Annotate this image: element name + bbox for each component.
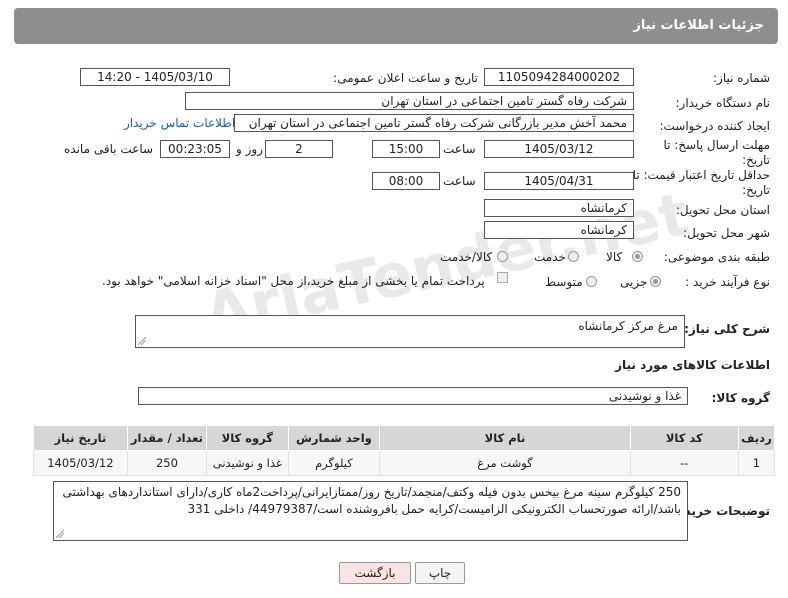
resize-handle-icon: [138, 337, 146, 345]
process-partial-label: جزیی: [620, 275, 648, 289]
table-row: 1405/03/12 250 غذا و نوشیدنی کیلوگرم گوش…: [33, 450, 776, 476]
need-number-label: شماره نیاز:: [713, 71, 770, 85]
days-label: روز و: [236, 142, 263, 156]
col-need-date: تاریخ نیاز: [33, 425, 128, 451]
category-goods-label: کالا: [606, 250, 623, 264]
deadline-time-field: 15:00: [372, 140, 440, 158]
remaining-time-field: 00:23:05: [160, 140, 230, 158]
category-both-radio[interactable]: [497, 251, 508, 262]
process-medium-radio[interactable]: [586, 276, 597, 287]
col-code: کد کالا: [629, 425, 739, 451]
buyer-contact-link[interactable]: اطلاعات تماس خریدار: [124, 116, 235, 130]
buyer-notes-text: 250 کیلوگرم سینه مرغ بیخس بدون فیله وکتف…: [62, 485, 681, 516]
buyer-field: شرکت رفاه گستر تامین اجتماعی در استان ته…: [185, 92, 634, 110]
col-group: گروه کالا: [206, 425, 289, 451]
deadline-time-label: ساعت: [443, 142, 476, 156]
col-unit: واحد شمارش: [287, 425, 381, 451]
cell-unit: کیلوگرم: [287, 450, 381, 476]
validity-label: حداقل تاریخ اعتبار قیمت: تا تاریخ:: [632, 168, 770, 197]
page-title: جزئیات اطلاعات نیاز: [633, 18, 764, 33]
goods-group-label: گروه کالا:: [711, 391, 770, 405]
goods-table-header: تاریخ نیاز تعداد / مقدار گروه کالا واحد …: [33, 425, 776, 451]
deadline-label: مهلت ارسال پاسخ: تا تاریخ:: [663, 138, 770, 167]
city-field: کرمانشاه: [484, 221, 634, 239]
announce-label: تاریخ و ساعت اعلان عمومی:: [333, 71, 478, 85]
days-field: 2: [265, 140, 333, 158]
category-goods-radio[interactable]: [632, 251, 643, 262]
deadline-date-field: 1405/03/12: [484, 140, 634, 158]
need-number-field: 1105094284000202: [484, 68, 634, 86]
category-service-label: خدمت: [534, 250, 566, 264]
page-header: جزئیات اطلاعات نیاز: [14, 8, 778, 44]
process-label: نوع فرآیند خرید :: [685, 275, 770, 289]
province-label: استان محل تحویل:: [675, 203, 770, 217]
treasury-payment-checkbox[interactable]: [497, 272, 508, 283]
cell-name: گوشت مرغ: [379, 450, 631, 476]
print-button[interactable]: چاپ: [415, 562, 465, 584]
col-qty: تعداد / مقدار: [126, 425, 208, 451]
goods-group-field: غذا و نوشیدنی: [138, 387, 688, 405]
creator-field: محمد آخش مدیر بازرگانی شرکت رفاه گستر تا…: [234, 114, 634, 132]
payment-note: پرداخت تمام یا بخشی از مبلغ خرید،از محل …: [102, 274, 485, 288]
category-label: طبقه بندی موضوعی:: [663, 250, 770, 264]
validity-time-label: ساعت: [443, 174, 476, 188]
col-row: ردیف: [737, 425, 776, 451]
description-text: مرغ مرکز کرمانشاه: [578, 319, 678, 333]
process-partial-radio[interactable]: [650, 276, 661, 287]
category-both-label: کالا/خدمت: [440, 250, 493, 264]
goods-table: تاریخ نیاز تعداد / مقدار گروه کالا واحد …: [33, 425, 776, 476]
cell-qty: 250: [126, 450, 208, 476]
goods-section-title: اطلاعات کالاهای مورد نیاز: [615, 358, 770, 372]
creator-label: ایجاد کننده درخواست:: [659, 119, 770, 133]
process-medium-label: متوسط: [545, 275, 583, 289]
category-service-radio[interactable]: [568, 251, 579, 262]
province-field: کرمانشاه: [484, 199, 634, 217]
cell-need-date: 1405/03/12: [33, 450, 128, 476]
resize-handle-icon: [56, 530, 64, 538]
buyer-notes-textarea[interactable]: 250 کیلوگرم سینه مرغ بیخس بدون فیله وکتف…: [53, 481, 688, 541]
validity-time-field: 08:00: [372, 172, 440, 190]
announce-date-field: 1405/03/10 - 14:20: [80, 68, 230, 86]
remaining-label: ساعت باقی مانده: [64, 142, 154, 156]
col-name: نام کالا: [379, 425, 631, 451]
cell-group: غذا و نوشیدنی: [206, 450, 289, 476]
back-button[interactable]: بازگشت: [339, 562, 411, 584]
description-textarea[interactable]: مرغ مرکز کرمانشاه: [135, 315, 685, 348]
cell-row: 1: [737, 450, 776, 476]
buyer-label: نام دستگاه خریدار:: [675, 96, 771, 110]
validity-date-field: 1405/04/31: [484, 172, 634, 190]
description-label: شرح کلی نیاز:: [684, 322, 770, 336]
city-label: شهر محل تحویل:: [683, 226, 770, 240]
cell-code: --: [629, 450, 739, 476]
